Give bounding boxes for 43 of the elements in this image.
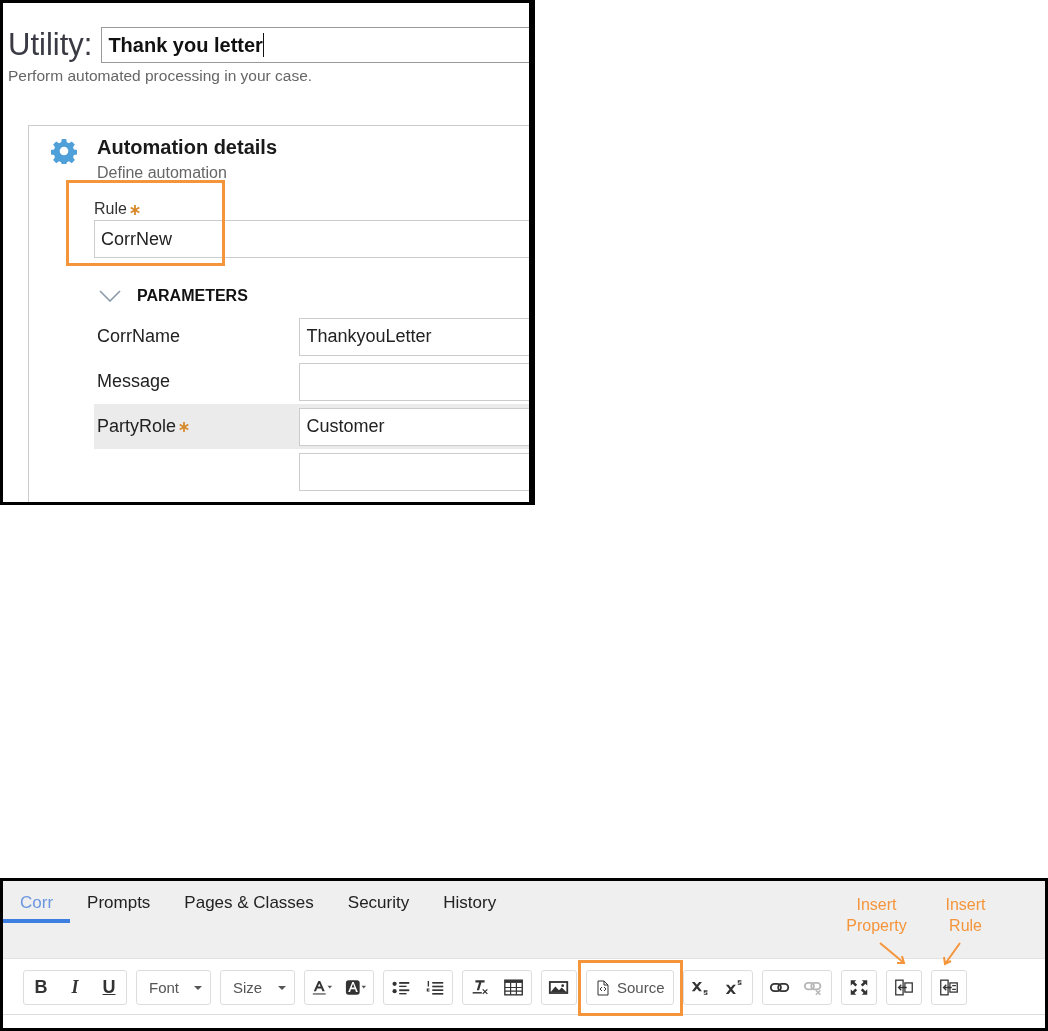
underline-button[interactable]: U [92,971,126,1004]
parameter-name: PartyRole [97,416,177,436]
gear-icon [51,138,77,164]
parameter-field[interactable] [299,362,529,401]
table-icon [503,979,525,996]
bold-button[interactable]: B [24,971,58,1004]
utility-description: Perform automated processing in your case. [8,67,314,85]
source-icon [597,979,609,996]
caret-icon [194,985,202,990]
dropdown[interactable]: Size [221,971,294,1004]
numbered-list-icon [424,979,446,996]
tab[interactable]: Security [330,881,427,923]
parameter-row[interactable]: CorrName ThankyouLetter [94,314,529,359]
parameter-field[interactable] [299,452,529,491]
image-icon [548,979,570,996]
dropdown[interactable]: Font [137,971,210,1004]
tab[interactable]: History [426,881,514,923]
italic-button[interactable]: I [58,971,92,1004]
utility-name-field[interactable]: Thank you letter [101,27,529,63]
parameter-name: CorrName [97,326,180,346]
insert-property-icon [892,979,915,996]
rule-field[interactable]: CorrNew [94,220,529,258]
parameter-field[interactable]: ThankyouLetter [299,317,529,356]
automation-subtitle: Define automation [97,164,228,182]
source-button[interactable]: Source [587,971,673,1004]
utility-label: Utility: [8,27,93,63]
insert-rule-icon [937,979,960,996]
tab[interactable]: Prompts [70,881,168,923]
chevron-icon[interactable] [99,290,121,302]
annotation-label: Insert Rule [944,895,987,937]
automation-title: Automation details [97,136,277,159]
tab[interactable]: Pages & Classes [167,881,331,923]
annotation-label: Insert Property [845,895,908,937]
rule-label: Rule [94,200,127,217]
background-color-icon [345,979,367,996]
parameter-row[interactable]: PartyRole Customer [94,404,529,449]
parameter-field[interactable]: Customer [299,407,529,446]
parameter-name: Message [97,371,171,391]
parameter-row[interactable]: Message [94,359,529,404]
text-color-icon [311,979,333,996]
bulleted-list-icon [390,979,412,996]
caret-icon [278,985,286,990]
parameters-heading: PARAMETERS [137,287,248,305]
